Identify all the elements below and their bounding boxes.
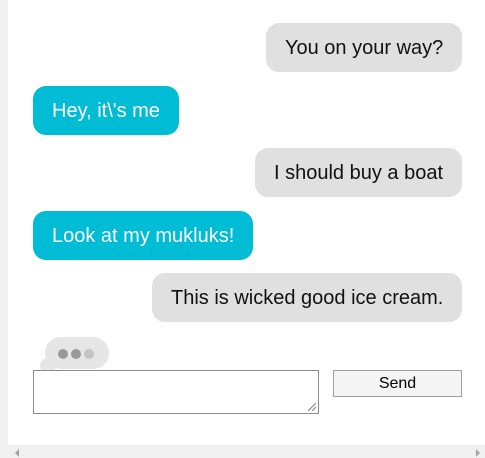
message-bubble-incoming: You on your way? <box>266 23 463 72</box>
typing-dot <box>71 349 81 359</box>
scroll-left-arrow-icon[interactable] <box>15 449 19 457</box>
typing-dots-icon <box>45 337 109 369</box>
send-button[interactable]: Send <box>333 370 462 397</box>
message-bubble-incoming: This is wicked good ice cream. <box>152 273 463 322</box>
horizontal-scrollbar[interactable] <box>8 445 485 458</box>
message-input[interactable] <box>33 370 319 414</box>
message-bubble-outgoing: Hey, it\'s me <box>33 86 179 135</box>
typing-dot <box>58 349 68 359</box>
typing-dot <box>84 349 94 359</box>
scroll-right-arrow-icon[interactable] <box>476 449 480 457</box>
resize-grip-icon[interactable] <box>308 403 316 411</box>
message-bubble-outgoing: Look at my mukluks! <box>33 211 254 260</box>
message-bubble-incoming: I should buy a boat <box>255 148 463 197</box>
